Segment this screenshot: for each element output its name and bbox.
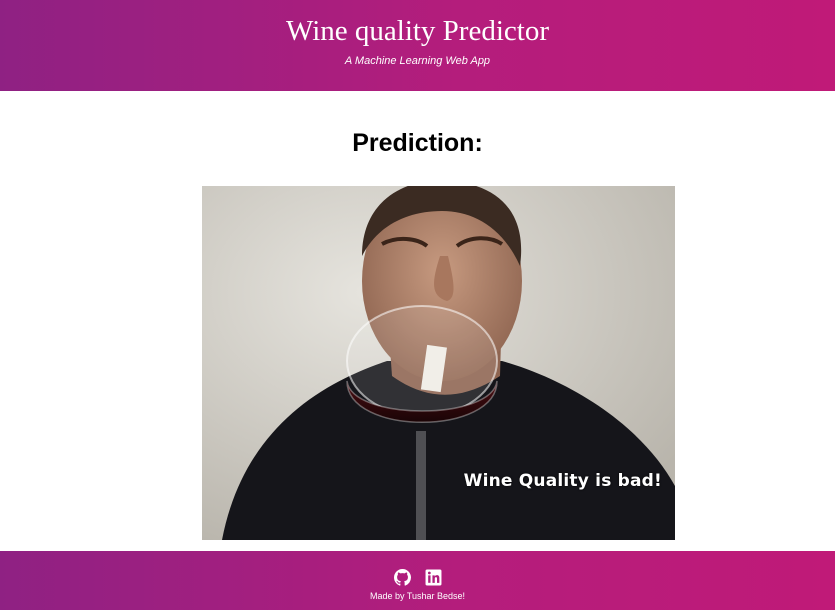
prediction-heading: Prediction: <box>352 129 483 157</box>
footer-credit: Made by Tushar Bedse! <box>369 591 466 601</box>
app-subtitle: A Machine Learning Web App <box>344 55 491 67</box>
github-icon[interactable] <box>393 569 411 586</box>
social-links <box>0 569 835 586</box>
header-bar: Wine quality Predictor A Machine Learnin… <box>0 0 835 91</box>
app-title: Wine quality Predictor <box>286 15 549 47</box>
prediction-caption: Wine Quality is bad! <box>463 471 662 491</box>
footer-bar: Made by Tushar Bedse! <box>0 551 835 610</box>
prediction-result-image: Wine Quality is bad! <box>202 186 675 540</box>
linkedin-icon[interactable] <box>425 569 442 586</box>
